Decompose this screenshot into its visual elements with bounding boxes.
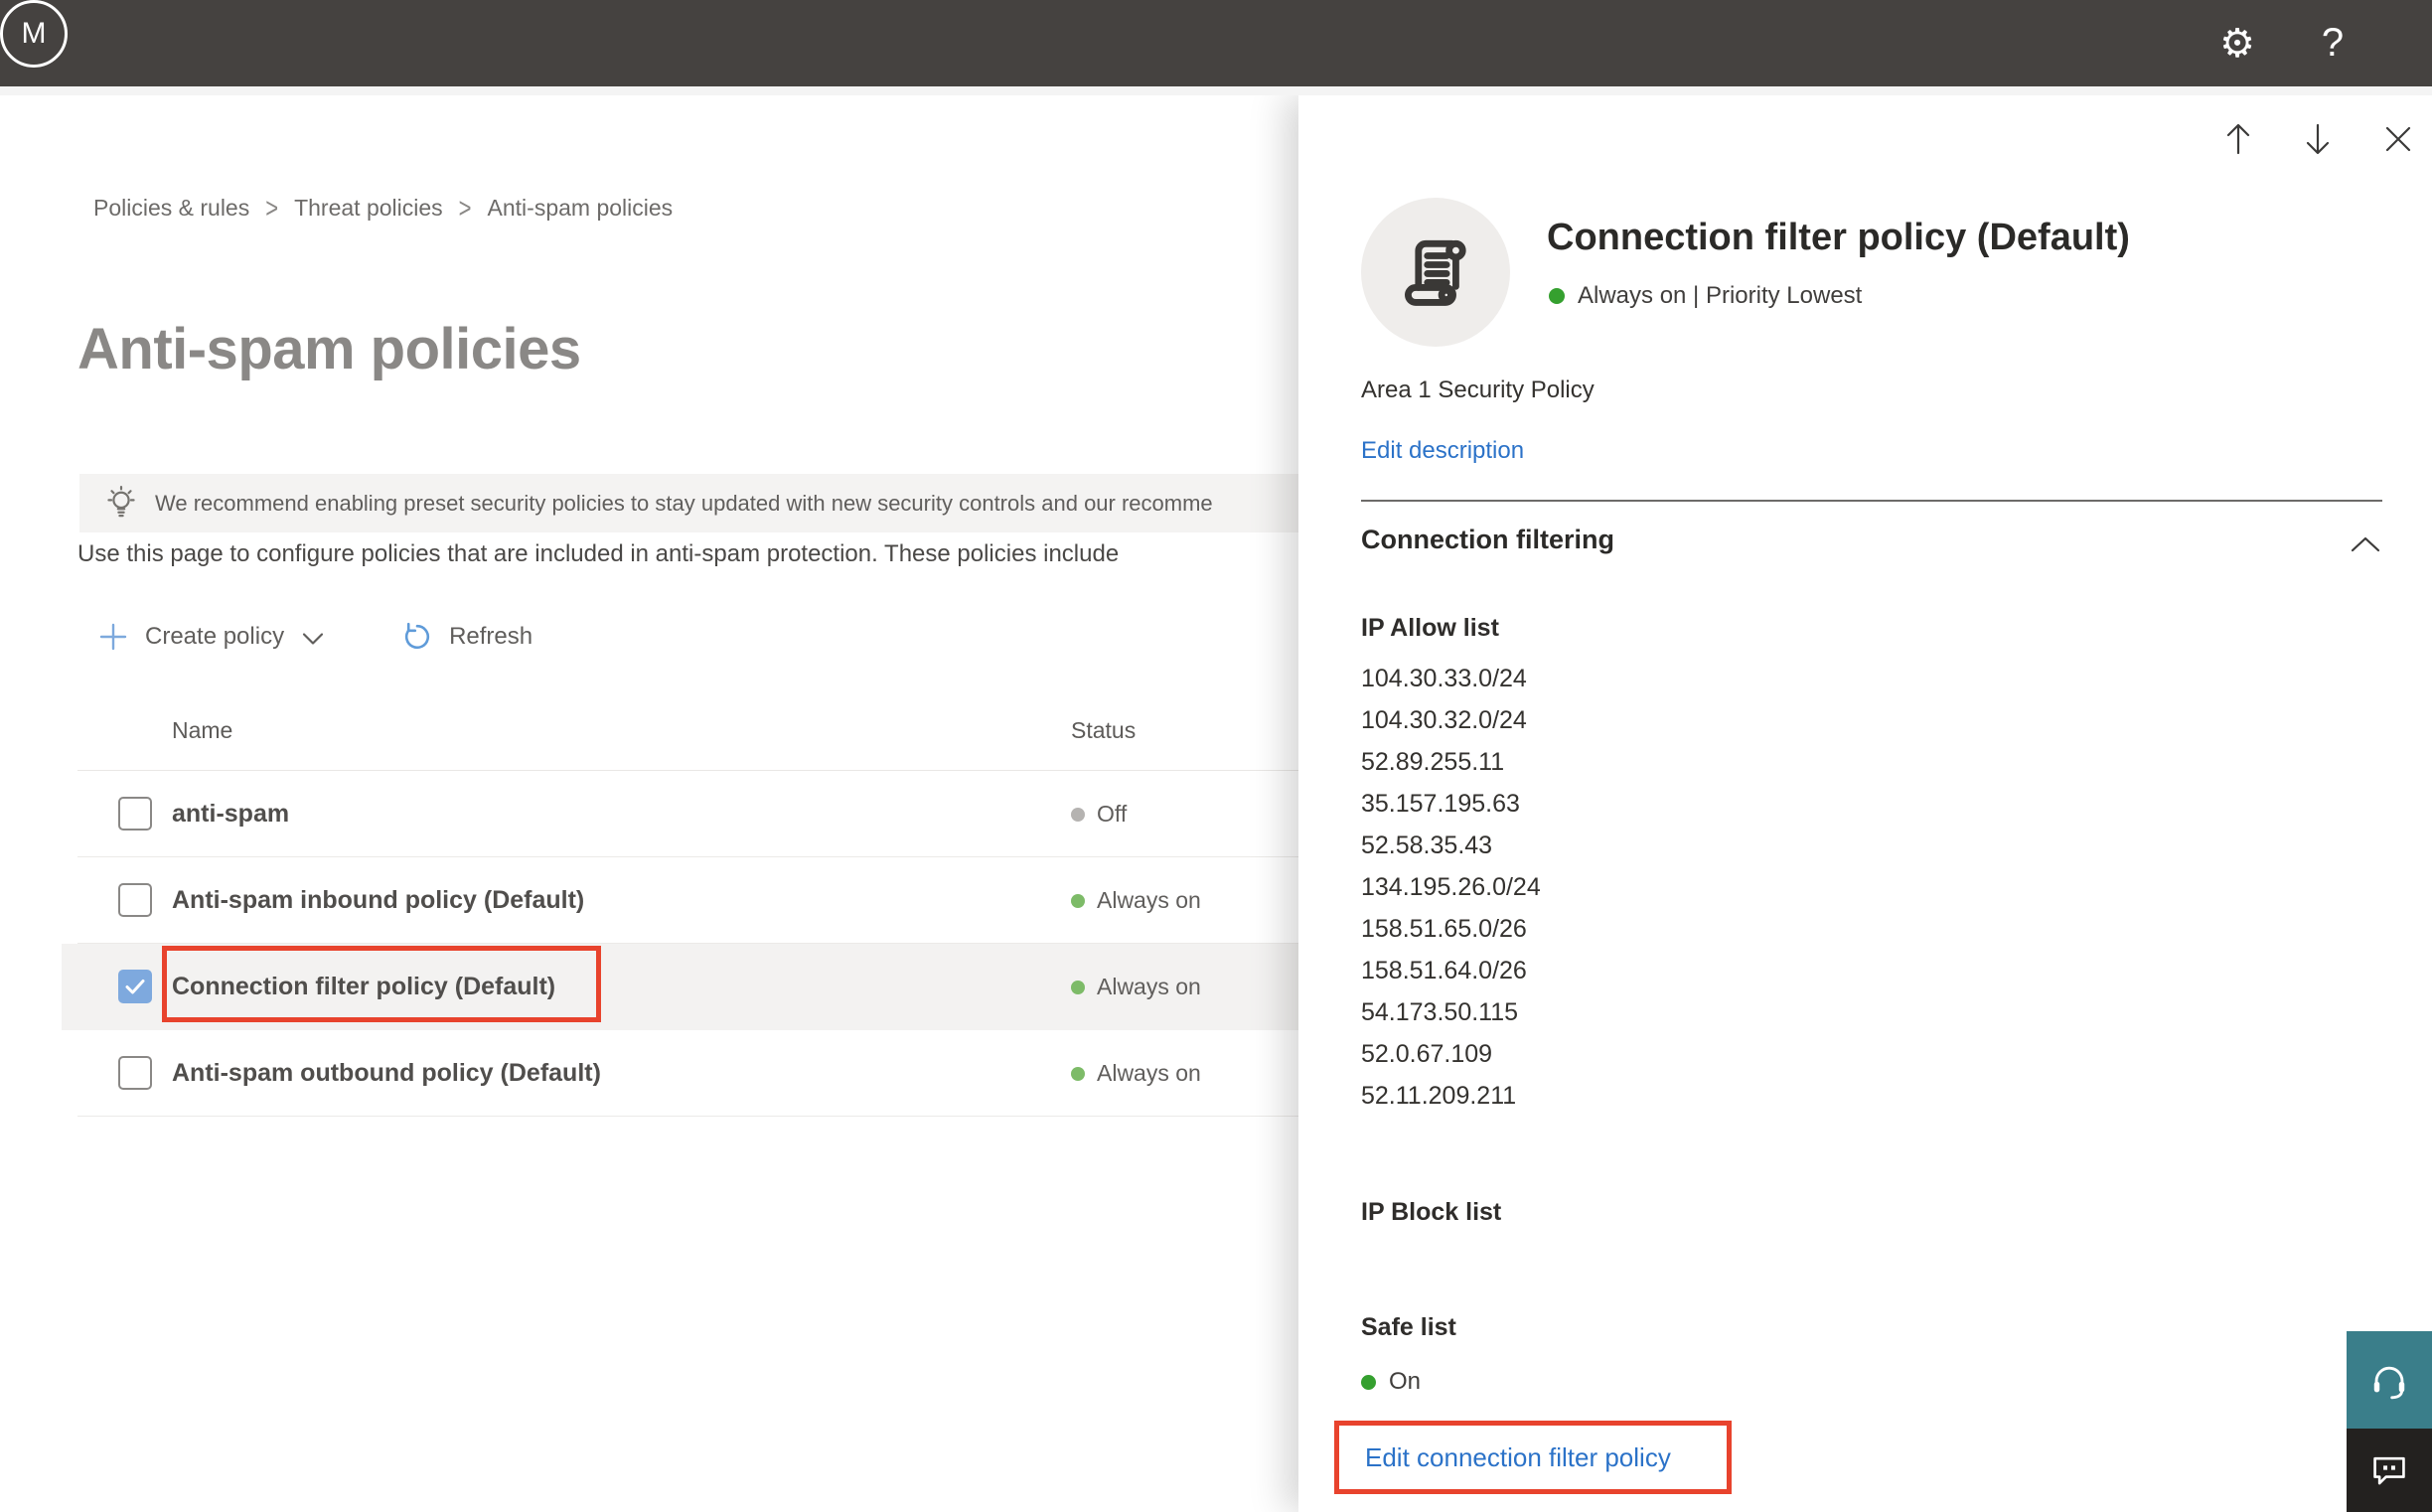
page-title: Anti-spam policies bbox=[77, 317, 581, 381]
breadcrumb-separator-icon: > bbox=[458, 191, 472, 225]
ip-entry: 158.51.64.0/26 bbox=[1361, 957, 1527, 984]
edit-description-link[interactable]: Edit description bbox=[1361, 437, 1524, 465]
status-off-dot-icon bbox=[1071, 807, 1085, 822]
ip-entry: 104.30.32.0/24 bbox=[1361, 706, 1527, 734]
panel-status-line: Always on | Priority Lowest bbox=[1549, 282, 1862, 310]
breadcrumb-separator-icon: > bbox=[265, 191, 279, 225]
table-row[interactable]: Anti-spam outbound policy (Default) Alwa… bbox=[62, 1030, 1311, 1117]
close-icon[interactable] bbox=[2380, 121, 2416, 157]
policy-status: Always on bbox=[1071, 857, 1201, 944]
section-title-connection-filtering: Connection filtering bbox=[1361, 525, 1614, 554]
ip-entry: 52.89.255.11 bbox=[1361, 748, 1505, 776]
ip-entry: 54.173.50.115 bbox=[1361, 998, 1519, 1026]
ip-allow-list: 104.30.33.0/24 104.30.32.0/24 52.89.255.… bbox=[1361, 658, 1541, 1117]
table-row[interactable]: Anti-spam inbound policy (Default) Alway… bbox=[62, 857, 1311, 944]
toolbar: Create policy Refresh bbox=[97, 612, 532, 662]
policy-status: Always on bbox=[1071, 944, 1201, 1030]
ip-entry: 52.58.35.43 bbox=[1361, 832, 1493, 859]
row-checkbox[interactable] bbox=[118, 1056, 152, 1090]
breadcrumb-policies-rules[interactable]: Policies & rules bbox=[93, 195, 249, 222]
policy-description: Area 1 Security Policy bbox=[1361, 377, 1595, 403]
feedback-chat-button[interactable] bbox=[2347, 1429, 2432, 1512]
defender-portal-screen: ⚙ ? M Policies & rules > Threat policies… bbox=[0, 0, 2432, 1512]
policy-status: Always on bbox=[1071, 1030, 1201, 1117]
policy-status: Off bbox=[1071, 771, 1127, 857]
chevron-down-icon bbox=[302, 632, 324, 646]
account-avatar[interactable]: M bbox=[0, 0, 68, 68]
ip-allow-list-label: IP Allow list bbox=[1361, 614, 1499, 642]
refresh-label: Refresh bbox=[449, 623, 533, 650]
chat-bubble-icon bbox=[2368, 1449, 2410, 1491]
support-headset-button[interactable] bbox=[2347, 1331, 2432, 1429]
topbar-divider-strip bbox=[0, 86, 2432, 95]
edit-connection-filter-policy-link[interactable]: Edit connection filter policy bbox=[1365, 1442, 1671, 1473]
row-checkbox-checked[interactable] bbox=[118, 970, 152, 1003]
help-question-icon[interactable]: ? bbox=[2303, 0, 2362, 86]
row-checkbox[interactable] bbox=[118, 797, 152, 831]
table-row[interactable]: anti-spam Off bbox=[62, 771, 1311, 857]
breadcrumb: Policies & rules > Threat policies > Ant… bbox=[93, 192, 674, 225]
ip-entry: 35.157.195.63 bbox=[1361, 790, 1520, 818]
row-checkbox[interactable] bbox=[118, 883, 152, 917]
column-header-status[interactable]: Status bbox=[1071, 717, 1136, 744]
status-on-dot-icon bbox=[1361, 1374, 1376, 1390]
refresh-button[interactable]: Refresh bbox=[401, 621, 532, 653]
create-policy-button[interactable]: Create policy bbox=[97, 621, 324, 653]
ip-entry: 134.195.26.0/24 bbox=[1361, 873, 1541, 901]
breadcrumb-threat-policies[interactable]: Threat policies bbox=[294, 195, 443, 222]
plus-icon bbox=[97, 621, 129, 653]
policy-scroll-icon bbox=[1361, 198, 1510, 347]
banner-text: We recommend enabling preset security po… bbox=[155, 490, 1213, 516]
settings-gear-icon[interactable]: ⚙ bbox=[2207, 0, 2267, 86]
ip-entry: 104.30.33.0/24 bbox=[1361, 665, 1527, 692]
status-on-dot-icon bbox=[1071, 1066, 1085, 1081]
refresh-icon bbox=[401, 621, 433, 653]
chevron-up-icon[interactable] bbox=[2348, 530, 2383, 558]
lightbulb-icon bbox=[103, 485, 139, 523]
panel-title: Connection filter policy (Default) bbox=[1547, 217, 2130, 258]
status-on-dot-icon bbox=[1071, 980, 1085, 994]
policy-name: Anti-spam inbound policy (Default) bbox=[172, 886, 585, 914]
ip-entry: 52.0.67.109 bbox=[1361, 1040, 1493, 1068]
policy-name: Anti-spam outbound policy (Default) bbox=[172, 1059, 601, 1087]
ip-entry: 52.11.209.211 bbox=[1361, 1082, 1517, 1110]
headset-icon bbox=[2366, 1357, 2412, 1403]
policy-name: anti-spam bbox=[172, 800, 290, 828]
ip-entry: 158.51.65.0/26 bbox=[1361, 915, 1527, 943]
status-on-dot-icon bbox=[1549, 288, 1565, 304]
ip-block-list-label: IP Block list bbox=[1361, 1198, 1502, 1226]
policy-name: Connection filter policy (Default) bbox=[172, 973, 556, 1000]
safe-list-status: On bbox=[1361, 1368, 1421, 1396]
top-app-bar: ⚙ ? M bbox=[0, 0, 2432, 86]
annotation-highlight-box: Edit connection filter policy bbox=[1334, 1421, 1732, 1494]
column-header-name[interactable]: Name bbox=[172, 717, 232, 744]
safe-list-label: Safe list bbox=[1361, 1313, 1456, 1341]
table-row-selected[interactable]: Connection filter policy (Default) Alway… bbox=[62, 944, 1311, 1030]
status-on-dot-icon bbox=[1071, 893, 1085, 908]
panel-divider bbox=[1361, 500, 2382, 502]
create-policy-label: Create policy bbox=[145, 623, 285, 650]
row-divider bbox=[77, 1116, 1311, 1117]
previous-item-arrow-up-icon[interactable] bbox=[2220, 121, 2256, 157]
breadcrumb-anti-spam-policies[interactable]: Anti-spam policies bbox=[488, 195, 674, 222]
next-item-arrow-down-icon[interactable] bbox=[2300, 121, 2336, 157]
policy-details-flyout: Connection filter policy (Default) Alway… bbox=[1298, 95, 2432, 1512]
